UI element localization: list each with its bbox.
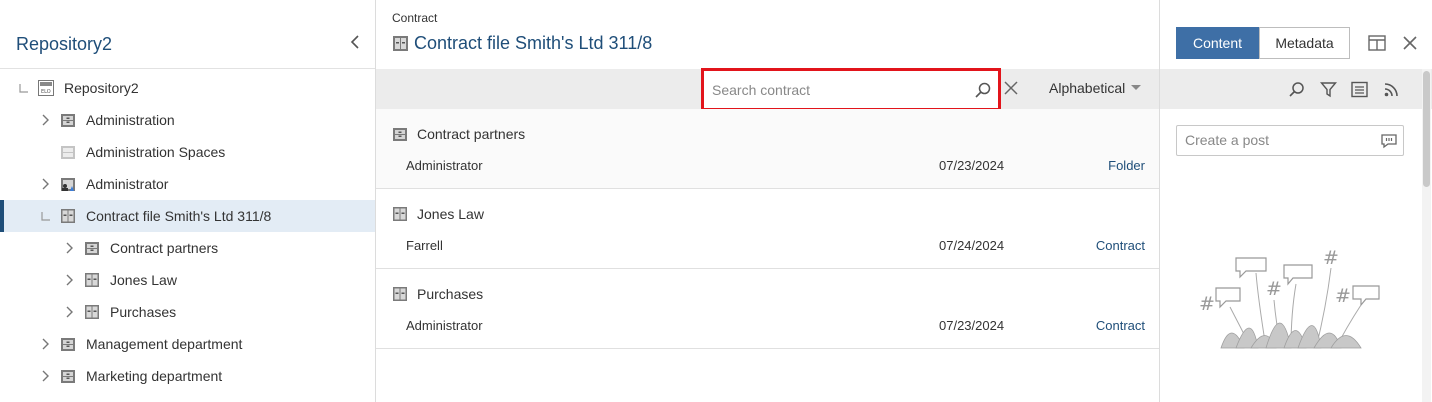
file-cabinet-icon [392,35,409,52]
close-icon[interactable] [1402,35,1418,51]
create-post-input[interactable] [1185,132,1375,148]
tree-item-label: Marketing department [86,368,223,384]
feed-panel: Content Metadata Create a post # # # # [1159,0,1432,402]
file-cabinet-icon [84,304,100,320]
feed-toolbar [1160,69,1432,109]
svg-text:ELO: ELO [41,89,51,95]
item-date: 07/24/2024 [939,238,1005,253]
search-icon[interactable] [1288,81,1305,98]
item-date: 07/23/2024 [939,158,1005,173]
item-owner: Administrator [406,158,483,173]
tree-item[interactable]: Purchases [0,296,375,328]
folder-icon [392,126,409,143]
search-box-highlight [701,68,1001,111]
item-name: Contract partners [417,126,526,142]
collapse-icon[interactable] [38,209,52,223]
tree-item[interactable]: Marketing department [0,360,375,392]
tree-item-label: Administration [86,112,175,128]
filter-icon[interactable] [1319,81,1338,98]
file-cabinet-icon [392,206,409,223]
item-owner: Administrator [406,318,483,333]
list-icon[interactable] [1351,81,1368,98]
svg-text:#: # [1323,247,1339,269]
repository-title: Repository2 [16,34,113,54]
create-post-box [1176,125,1404,156]
svg-text:#: # [1199,293,1215,315]
file-cabinet-icon [60,208,76,224]
search-input[interactable] [712,79,962,101]
tree-item-label: Contract partners [110,240,219,256]
tree-item[interactable]: Administration [0,104,375,136]
scrollbar[interactable] [1422,69,1431,402]
empty-feed-illustration: # # # # [1196,238,1386,353]
tree-item-label: Jones Law [110,272,177,288]
folder-icon [84,240,100,256]
list-toolbar: Alphabetical [376,68,1159,111]
tree-item[interactable]: Contract file Smith's Ltd 311/8 [0,200,375,232]
tree-item-label: Contract file Smith's Ltd 311/8 [86,208,272,224]
chevron-right-icon[interactable] [62,305,76,319]
tree-item[interactable]: Contract partners [0,232,375,264]
chevron-right-icon[interactable] [62,273,76,287]
search-icon[interactable] [974,81,992,99]
user-folder-icon [60,176,76,192]
layout-icon[interactable] [1368,35,1386,51]
file-cabinet-icon [84,272,100,288]
scrollbar-thumb[interactable] [1423,71,1430,187]
comment-icon[interactable] [1380,132,1398,150]
list-item[interactable]: Purchases Administrator 07/23/2024 Contract [376,269,1159,349]
item-owner: Farrell [406,238,443,253]
chevron-right-icon[interactable] [38,369,52,383]
item-type: Contract [1095,238,1145,253]
content-panel: Contract Contract file Smith's Ltd 311/8… [376,0,1159,402]
folder-icon [60,336,76,352]
tree-item[interactable]: Jones Law [0,264,375,296]
list-item[interactable]: Jones Law Farrell 07/24/2024 Contract [376,189,1159,269]
list-item[interactable]: Contract partners Administrator 07/23/2024… [376,109,1159,189]
chevron-right-icon[interactable] [62,241,76,255]
chevron-down-icon[interactable] [1131,85,1141,90]
tree-item-label: Repository2 [64,80,139,96]
tree-item[interactable]: Administrator [0,168,375,200]
item-type: Contract [1095,318,1145,333]
item-name: Purchases [417,286,484,302]
item-type: Folder [1108,158,1145,173]
collapse-panel-icon[interactable] [345,32,365,52]
file-cabinet-icon [392,286,409,303]
tree-item[interactable]: Management department [0,328,375,360]
chevron-right-icon[interactable] [38,177,52,191]
tab-content[interactable]: Content [1176,27,1259,59]
view-tabs: Content Metadata [1176,27,1350,59]
breadcrumb[interactable]: Contract [392,11,437,25]
repository-header: Repository2 [0,0,375,69]
tree-item[interactable]: Administration Spaces [0,136,375,168]
tree-item-label: Administrator [86,176,169,192]
svg-text:#: # [1335,285,1351,307]
chevron-right-icon[interactable] [38,113,52,127]
tree-item-label: Purchases [110,304,177,320]
svg-text:#: # [1266,278,1282,300]
item-date: 07/23/2024 [939,318,1005,333]
sort-dropdown[interactable]: Alphabetical [1049,80,1125,96]
repository-icon: ELO [38,80,54,96]
clear-search-icon[interactable] [1003,80,1019,96]
chevron-right-icon[interactable] [38,337,52,351]
folder-icon [60,112,76,128]
item-name: Jones Law [417,206,484,222]
tab-metadata[interactable]: Metadata [1259,27,1350,59]
collapse-icon[interactable] [16,81,30,95]
tree-item[interactable]: ELO Repository2 [0,72,375,104]
folder-icon [60,368,76,384]
folder-disabled-icon [60,144,76,160]
tree-item-label: Administration Spaces [86,144,226,160]
tree-item-label: Management department [86,336,243,352]
page-title: Contract file Smith's Ltd 311/8 [414,33,653,53]
repository-panel: Repository2 ELO Repository2 Administration… [0,0,376,402]
feed-icon[interactable] [1383,81,1400,98]
